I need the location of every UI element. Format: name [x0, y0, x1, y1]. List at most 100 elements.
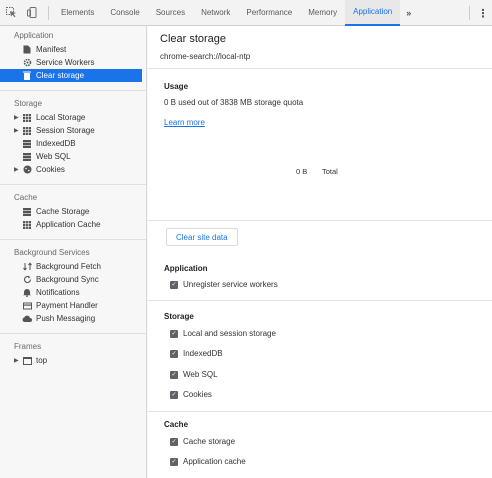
sidebar-item-label: Clear storage — [36, 71, 85, 80]
toolbar-divider-right — [469, 6, 470, 20]
sidebar-item-local-storage[interactable]: ▶ Local Storage — [0, 111, 146, 124]
learn-more-link[interactable]: Learn more — [164, 118, 205, 127]
checkbox-checked[interactable]: ✓ — [170, 390, 178, 399]
usage-total-value: 0 B — [296, 167, 308, 176]
swap-arrows-icon — [22, 262, 32, 272]
checkbox-label: Application cache — [183, 457, 246, 466]
sidebar-divider — [0, 90, 146, 91]
sidebar-item-label: Application Cache — [36, 220, 101, 229]
clear-site-data-button[interactable]: Clear site data — [166, 228, 238, 246]
tab-performance[interactable]: Performance — [238, 0, 300, 26]
database-icon — [22, 152, 32, 162]
sidebar-item-label: Manifest — [36, 45, 67, 54]
sidebar-item-label: Notifications — [36, 288, 80, 297]
inspect-element-icon[interactable] — [0, 0, 22, 26]
section-divider — [148, 68, 492, 69]
sidebar-item-cookies[interactable]: ▶ Cookies — [0, 163, 146, 176]
sidebar-section-frames: Frames — [14, 342, 42, 351]
sidebar-item-label: Cookies — [36, 165, 65, 174]
checkbox-label: IndexedDB — [183, 349, 223, 358]
sidebar-divider — [0, 333, 146, 334]
document-icon — [22, 45, 32, 55]
sidebar-item-label: Push Messaging — [36, 314, 96, 323]
section-divider — [148, 300, 492, 301]
sidebar-item-payment-handler[interactable]: Payment Handler — [0, 299, 146, 312]
application-sidebar: Application Manifest Service Workers Cle… — [0, 26, 147, 478]
grid-icon — [22, 220, 32, 230]
sidebar-item-label: Cache Storage — [36, 207, 90, 216]
checkbox-checked[interactable]: ✓ — [170, 329, 178, 338]
usage-summary: 0 B used out of 3838 MB storage quota — [164, 98, 304, 107]
sidebar-section-application: Application — [14, 31, 54, 40]
expand-arrow-icon[interactable]: ▶ — [14, 114, 22, 121]
usage-heading: Usage — [164, 82, 189, 91]
option-web-sql[interactable]: ✓ Web SQL — [170, 370, 218, 379]
credit-card-icon — [22, 301, 32, 311]
option-cache-storage[interactable]: ✓ Cache storage — [170, 437, 235, 446]
cloud-icon — [22, 314, 32, 324]
checkbox-checked[interactable]: ✓ — [170, 457, 178, 466]
expand-arrow-icon[interactable]: ▶ — [14, 357, 22, 364]
sidebar-item-application-cache[interactable]: Application Cache — [0, 218, 146, 231]
sidebar-item-label: IndexedDB — [36, 139, 76, 148]
toolbar-divider — [48, 5, 49, 20]
sidebar-divider — [0, 239, 146, 240]
origin-url: chrome-search://local-ntp — [160, 52, 251, 61]
sidebar-item-service-workers[interactable]: Service Workers — [0, 56, 146, 69]
sidebar-item-push-messaging[interactable]: Push Messaging — [0, 312, 146, 325]
sidebar-item-manifest[interactable]: Manifest — [0, 43, 146, 56]
tab-memory[interactable]: Memory — [300, 0, 345, 26]
checkbox-label: Cache storage — [183, 437, 236, 446]
sidebar-item-clear-storage[interactable]: Clear storage — [0, 69, 142, 82]
sidebar-section-storage: Storage — [14, 99, 43, 108]
grid-icon — [22, 113, 32, 123]
checkbox-checked[interactable]: ✓ — [170, 349, 178, 358]
checkbox-checked[interactable]: ✓ — [170, 280, 178, 289]
sidebar-item-label: Background Fetch — [36, 262, 101, 271]
sidebar-item-session-storage[interactable]: ▶ Session Storage — [0, 124, 146, 137]
sidebar-item-label: Session Storage — [36, 126, 95, 135]
sidebar-item-web-sql[interactable]: Web SQL — [0, 150, 146, 163]
bell-icon — [22, 288, 32, 298]
page-title: Clear storage — [160, 33, 227, 45]
database-icon — [22, 207, 32, 217]
sidebar-item-indexeddb[interactable]: IndexedDB — [0, 137, 146, 150]
sidebar-section-background-services: Background Services — [14, 248, 90, 257]
tab-network[interactable]: Network — [193, 0, 238, 26]
sidebar-item-notifications[interactable]: Notifications — [0, 286, 146, 299]
checkbox-checked[interactable]: ✓ — [170, 370, 178, 379]
expand-arrow-icon[interactable]: ▶ — [14, 127, 22, 134]
tab-console[interactable]: Console — [102, 0, 147, 26]
tab-sources[interactable]: Sources — [148, 0, 193, 26]
gear-icon — [22, 58, 32, 68]
expand-arrow-icon[interactable]: ▶ — [14, 166, 22, 173]
checkbox-label: Cookies — [183, 390, 212, 399]
device-toggle-icon[interactable] — [22, 0, 44, 26]
sidebar-item-background-sync[interactable]: Background Sync — [0, 273, 146, 286]
option-unregister-service-workers[interactable]: ✓ Unregister service workers — [170, 280, 278, 289]
sidebar-item-background-fetch[interactable]: Background Fetch — [0, 260, 146, 273]
option-indexeddb[interactable]: ✓ IndexedDB — [170, 349, 223, 358]
sidebar-item-cache-storage[interactable]: Cache Storage — [0, 205, 146, 218]
option-local-session-storage[interactable]: ✓ Local and session storage — [170, 329, 276, 338]
section-divider — [148, 220, 492, 221]
sidebar-item-label: Background Sync — [36, 275, 99, 284]
frame-icon — [22, 356, 32, 366]
clear-storage-panel: Clear storage chrome-search://local-ntp … — [148, 26, 492, 478]
checkbox-label: Unregister service workers — [183, 280, 278, 289]
sidebar-divider — [0, 184, 146, 185]
sidebar-item-label: Web SQL — [36, 152, 71, 161]
database-icon — [22, 139, 32, 149]
sidebar-item-top-frame[interactable]: ▶ top — [0, 354, 146, 367]
grid-icon — [22, 126, 32, 136]
sidebar-item-label: Service Workers — [36, 58, 95, 67]
option-cookies[interactable]: ✓ Cookies — [170, 390, 212, 399]
sync-icon — [22, 275, 32, 285]
option-application-cache[interactable]: ✓ Application cache — [170, 457, 246, 466]
more-tabs-button[interactable]: » — [400, 0, 417, 26]
customize-menu-icon[interactable]: ⋮ — [474, 7, 492, 20]
tab-application[interactable]: Application — [345, 0, 401, 26]
tab-elements[interactable]: Elements — [53, 0, 102, 26]
checkbox-checked[interactable]: ✓ — [170, 437, 178, 446]
sidebar-item-label: Local Storage — [36, 113, 86, 122]
